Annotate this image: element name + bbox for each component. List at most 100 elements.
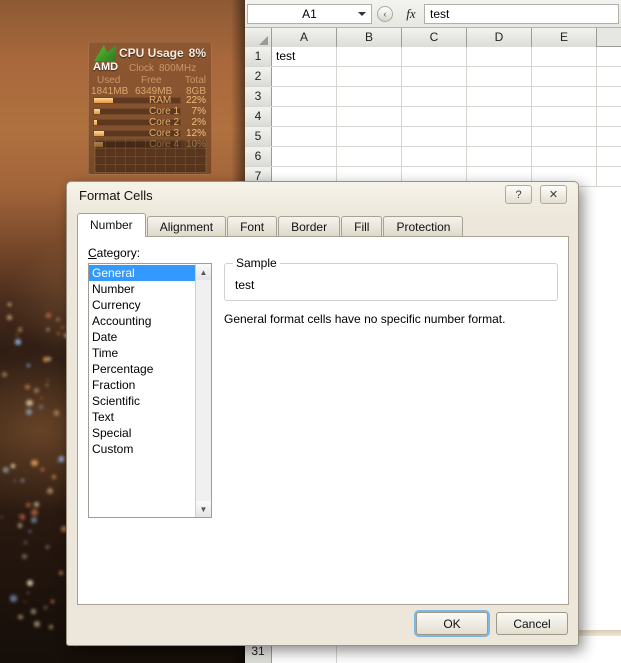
- gadget-title: CPU Usage: [119, 46, 184, 60]
- gadget-mem-header-total: Total: [184, 75, 206, 86]
- gadget-meter-label: Core 1: [149, 106, 180, 117]
- chevron-down-icon[interactable]: [358, 11, 366, 16]
- worksheet-cell[interactable]: [467, 127, 532, 146]
- worksheet-cell[interactable]: [402, 47, 467, 66]
- column-header[interactable]: C: [402, 28, 467, 47]
- gadget-mem-used: 1841MB: [91, 86, 129, 97]
- tab-fill[interactable]: Fill: [341, 216, 383, 237]
- worksheet-cell[interactable]: [272, 67, 337, 86]
- tabstrip[interactable]: Number Alignment Font Border Fill Protection: [77, 213, 569, 237]
- worksheet-cell[interactable]: [337, 47, 402, 66]
- worksheet-cell[interactable]: [402, 107, 467, 126]
- tab-protection[interactable]: Protection: [383, 216, 464, 237]
- category-item[interactable]: Fraction: [89, 377, 195, 393]
- worksheet-cell[interactable]: [337, 147, 402, 166]
- worksheet-cell[interactable]: [402, 127, 467, 146]
- chevron-left-icon[interactable]: ‹: [377, 5, 393, 22]
- worksheet-cell[interactable]: [467, 107, 532, 126]
- row-header[interactable]: 2: [245, 67, 272, 86]
- scroll-up-icon[interactable]: ▲: [196, 264, 211, 280]
- worksheet-row: 6: [245, 147, 621, 167]
- help-icon[interactable]: ?: [505, 185, 532, 204]
- category-items[interactable]: General Number Currency Accounting Date Time P…: [89, 264, 195, 517]
- category-scrollbar[interactable]: ▲ ▼: [195, 264, 211, 517]
- worksheet-cell[interactable]: [467, 67, 532, 86]
- category-item[interactable]: Custom: [89, 441, 195, 457]
- cancel-button[interactable]: Cancel: [496, 612, 568, 635]
- gadget-clock-value: 800MHz: [159, 63, 197, 74]
- cpu-usage-gadget[interactable]: CPU Usage 8% AMD Clock 800MHz Used Free …: [88, 42, 212, 175]
- row-header[interactable]: 1: [245, 47, 272, 66]
- worksheet-cell[interactable]: [402, 147, 467, 166]
- category-item[interactable]: Date: [89, 329, 195, 345]
- format-cells-dialog[interactable]: Format Cells ? ✕ Number Alignment Font Bord…: [66, 181, 579, 646]
- category-item[interactable]: Special: [89, 425, 195, 441]
- category-listbox[interactable]: General Number Currency Accounting Date Time P…: [88, 263, 212, 518]
- category-item[interactable]: General: [89, 265, 195, 281]
- select-all-corner[interactable]: [245, 28, 272, 47]
- worksheet-cell[interactable]: [272, 127, 337, 146]
- category-item[interactable]: Percentage: [89, 361, 195, 377]
- close-icon[interactable]: ✕: [540, 185, 567, 204]
- scroll-down-icon[interactable]: ▼: [196, 501, 211, 517]
- gadget-meter-fill: [94, 109, 101, 114]
- worksheet-cell[interactable]: [337, 87, 402, 106]
- tab-alignment[interactable]: Alignment: [146, 216, 227, 237]
- worksheet-cell[interactable]: [337, 127, 402, 146]
- row-header[interactable]: 5: [245, 127, 272, 146]
- worksheet-cell[interactable]: [272, 107, 337, 126]
- formula-input[interactable]: test: [424, 3, 619, 24]
- worksheet-cell[interactable]: [532, 87, 597, 106]
- worksheet-cell[interactable]: [402, 67, 467, 86]
- column-header[interactable]: E: [532, 28, 597, 47]
- row-header[interactable]: 3: [245, 87, 272, 106]
- category-label: Category:: [88, 246, 141, 260]
- column-header[interactable]: D: [467, 28, 532, 47]
- category-item[interactable]: Number: [89, 281, 195, 297]
- worksheet-cell[interactable]: [532, 147, 597, 166]
- worksheet-cell[interactable]: [467, 87, 532, 106]
- worksheet-cell[interactable]: [532, 67, 597, 86]
- worksheet-cell[interactable]: [337, 67, 402, 86]
- category-item[interactable]: Accounting: [89, 313, 195, 329]
- row-header[interactable]: 4: [245, 107, 272, 126]
- worksheet-cell[interactable]: test: [272, 47, 337, 66]
- worksheet-cell[interactable]: [467, 147, 532, 166]
- gadget-meter-fill: [94, 98, 113, 103]
- format-description: General format cells have no specific nu…: [224, 312, 506, 326]
- worksheet-cell[interactable]: [402, 87, 467, 106]
- tab-border[interactable]: Border: [278, 216, 341, 237]
- worksheet-cell[interactable]: [467, 47, 532, 66]
- worksheet-cell[interactable]: [532, 47, 597, 66]
- gadget-meter-value: 12%: [185, 128, 206, 139]
- gadget-meter-fill: [94, 131, 105, 136]
- tab-panel-number: Category: General Number Currency Accountin…: [77, 236, 569, 605]
- name-box[interactable]: A1: [247, 3, 372, 24]
- dialog-title: Format Cells: [79, 188, 153, 203]
- worksheet-row: 5: [245, 127, 621, 147]
- worksheet-cell[interactable]: [532, 127, 597, 146]
- row-header[interactable]: 6: [245, 147, 272, 166]
- gadget-meter-value: 2%: [191, 117, 206, 128]
- worksheet-cell[interactable]: [272, 87, 337, 106]
- column-header[interactable]: B: [337, 28, 402, 47]
- dialog-titlebar[interactable]: Format Cells ? ✕: [67, 182, 578, 212]
- category-item[interactable]: Scientific: [89, 393, 195, 409]
- worksheet-cell[interactable]: [532, 107, 597, 126]
- sample-value: test: [235, 278, 255, 292]
- insert-function-icon[interactable]: fx: [398, 6, 424, 22]
- category-item[interactable]: Currency: [89, 297, 195, 313]
- column-header[interactable]: A: [272, 28, 337, 47]
- category-item[interactable]: Text: [89, 409, 195, 425]
- gadget-meter-fill: [94, 120, 97, 125]
- tab-font[interactable]: Font: [227, 216, 278, 237]
- worksheet-cell[interactable]: [272, 147, 337, 166]
- formula-bar: A1 ‹ fx test: [245, 0, 621, 28]
- category-item[interactable]: Time: [89, 345, 195, 361]
- tab-number[interactable]: Number: [77, 213, 146, 237]
- triangle-icon: [259, 36, 268, 45]
- worksheet-cell[interactable]: [337, 107, 402, 126]
- ok-button[interactable]: OK: [416, 612, 488, 635]
- sample-groupbox: Sample test: [224, 256, 558, 301]
- gadget-meter-value: 22%: [185, 95, 206, 106]
